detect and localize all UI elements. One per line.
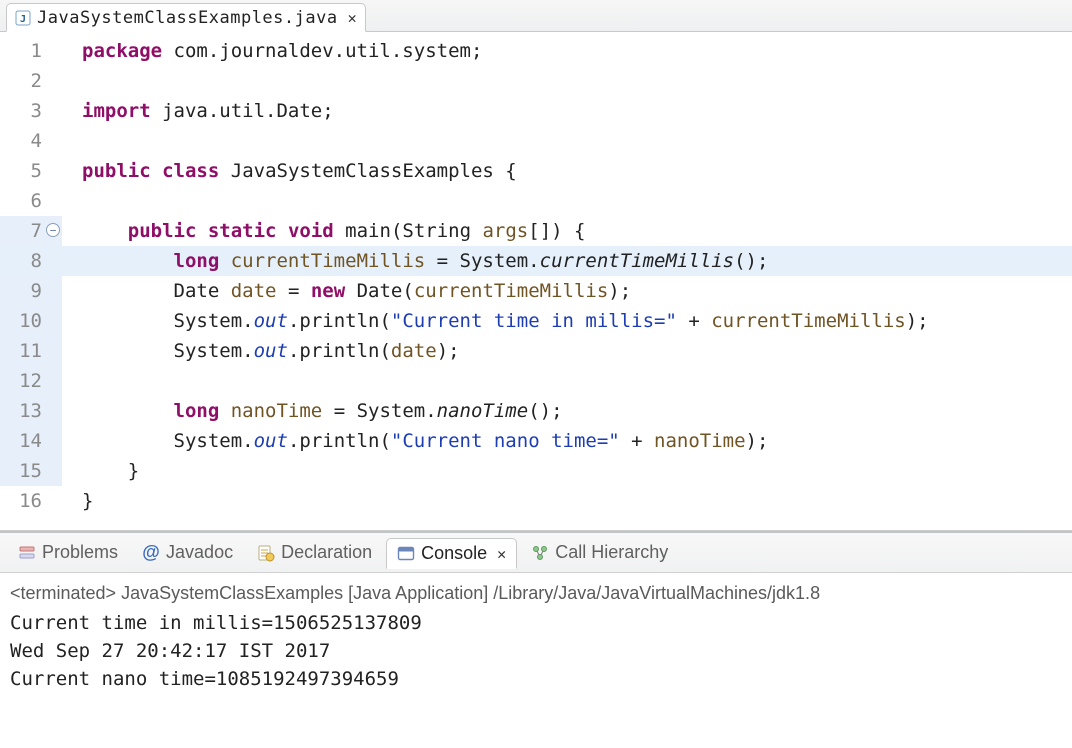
console-line: Current time in millis=1506525137809 [10, 609, 1062, 637]
code-line[interactable] [62, 66, 1072, 96]
tab-label: Declaration [281, 542, 372, 563]
code-line[interactable]: package com.journaldev.util.system; [62, 36, 1072, 66]
line-number: 8 [0, 246, 62, 276]
code-line[interactable]: System.out.println("Current nano time=" … [62, 426, 1072, 456]
code-content[interactable]: package com.journaldev.util.system; impo… [62, 36, 1072, 516]
code-line[interactable]: } [62, 456, 1072, 486]
line-number: 14 [0, 426, 62, 456]
tab-console[interactable]: Console ✕ [386, 538, 517, 569]
editor-tab-bar: J JavaSystemClassExamples.java ✕ [0, 0, 1072, 32]
code-line[interactable]: public static void main(String args[]) { [62, 216, 1072, 246]
line-number: 7− [0, 216, 62, 246]
tab-javadoc[interactable]: @ Javadoc [132, 538, 243, 567]
tab-label: Console [421, 543, 487, 564]
tab-label: Call Hierarchy [555, 542, 668, 563]
code-line[interactable] [62, 126, 1072, 156]
code-line[interactable]: } [62, 486, 1072, 516]
line-number: 11 [0, 336, 62, 366]
bottom-panel: Problems @ Javadoc Declaration [0, 531, 1072, 748]
line-number: 9 [0, 276, 62, 306]
console-line: Current nano time=1085192497394659 [10, 665, 1062, 693]
line-number: 4 [0, 126, 62, 156]
line-number: 2 [0, 66, 62, 96]
java-file-icon: J [15, 10, 31, 26]
editor-panel: J JavaSystemClassExamples.java ✕ 1234567… [0, 0, 1072, 531]
close-icon[interactable]: ✕ [344, 9, 357, 27]
code-editor[interactable]: 1234567−8910111213141516 package com.jou… [0, 32, 1072, 530]
tab-label: Problems [42, 542, 118, 563]
code-line[interactable]: public class JavaSystemClassExamples { [62, 156, 1072, 186]
code-line[interactable]: Date date = new Date(currentTimeMillis); [62, 276, 1072, 306]
line-number: 3 [0, 96, 62, 126]
tab-label: Javadoc [166, 542, 233, 563]
console-output: Current time in millis=1506525137809Wed … [10, 609, 1062, 693]
line-number: 16 [0, 486, 62, 516]
code-line[interactable]: System.out.println("Current time in mill… [62, 306, 1072, 336]
fold-toggle-icon[interactable]: − [46, 223, 60, 237]
console-status: <terminated> JavaSystemClassExamples [Ja… [10, 579, 1062, 609]
code-line[interactable]: long nanoTime = System.nanoTime(); [62, 396, 1072, 426]
declaration-icon [257, 544, 275, 562]
call-hierarchy-icon [531, 544, 549, 562]
line-number: 5 [0, 156, 62, 186]
editor-tab-active[interactable]: J JavaSystemClassExamples.java ✕ [6, 3, 366, 32]
code-line[interactable] [62, 186, 1072, 216]
line-number: 15 [0, 456, 62, 486]
tab-problems[interactable]: Problems [8, 538, 128, 567]
console-body[interactable]: <terminated> JavaSystemClassExamples [Ja… [0, 573, 1072, 693]
launch-config-path: JavaSystemClassExamples [Java Applicatio… [116, 583, 820, 603]
tab-call-hierarchy[interactable]: Call Hierarchy [521, 538, 678, 567]
line-number: 10 [0, 306, 62, 336]
code-line[interactable] [62, 366, 1072, 396]
svg-text:J: J [20, 14, 26, 25]
code-line[interactable]: long currentTimeMillis = System.currentT… [62, 246, 1072, 276]
line-number: 1 [0, 36, 62, 66]
console-line: Wed Sep 27 20:42:17 IST 2017 [10, 637, 1062, 665]
tab-declaration[interactable]: Declaration [247, 538, 382, 567]
code-line[interactable]: import java.util.Date; [62, 96, 1072, 126]
close-icon[interactable]: ✕ [493, 545, 506, 563]
editor-tab-label: JavaSystemClassExamples.java [37, 8, 338, 28]
views-tab-bar: Problems @ Javadoc Declaration [0, 533, 1072, 573]
line-number: 6 [0, 186, 62, 216]
line-number: 13 [0, 396, 62, 426]
javadoc-icon: @ [142, 544, 160, 562]
line-number-gutter: 1234567−8910111213141516 [0, 36, 62, 516]
line-number: 12 [0, 366, 62, 396]
problems-icon [18, 544, 36, 562]
code-line[interactable]: System.out.println(date); [62, 336, 1072, 366]
console-icon [397, 545, 415, 563]
terminated-label: <terminated> [10, 583, 116, 603]
